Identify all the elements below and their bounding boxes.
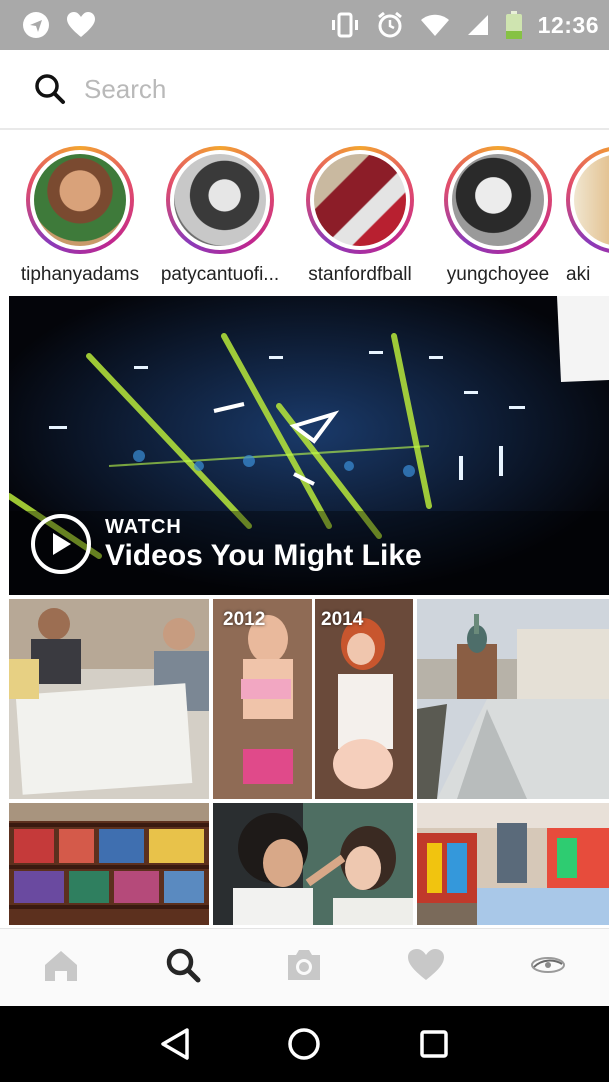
year-label: 2012 [223,609,266,630]
grid-tile[interactable] [9,803,209,925]
nav-home[interactable] [21,938,101,998]
avatar [34,154,126,246]
camera-icon[interactable] [284,947,324,988]
signal-icon [466,13,490,37]
recents-icon[interactable] [404,1014,464,1074]
nav-activity[interactable] [386,938,466,998]
story-username: yungchoyee [446,264,550,285]
story-ring [306,146,414,254]
story-item[interactable]: stanfordfball [290,146,430,286]
story-item[interactable]: patycantuofi... [150,146,290,286]
video-hero[interactable]: WATCH Videos You Might Like [9,296,609,595]
story-item[interactable]: yungchoyee [428,146,568,286]
wifi-icon [420,13,450,37]
story-ring [444,146,552,254]
story-username: tiphanyadams [20,264,140,285]
story-item[interactable]: tiphanyadams [10,146,150,286]
battery-icon [505,11,522,39]
nav-search[interactable] [143,938,223,998]
alarm-icon [376,11,404,39]
story-item[interactable]: aki [566,146,609,286]
play-icon[interactable] [31,514,91,574]
avatar [452,154,544,246]
avatar [574,154,609,246]
story-username: aki [566,264,591,285]
home-circle-icon[interactable] [274,1014,334,1074]
story-inner [570,150,609,250]
grid-tile[interactable] [417,803,609,925]
explore-grid: 2012 2014 [9,599,609,925]
story-username: patycantuofi... [160,264,280,285]
system-nav-bar [0,1006,609,1082]
watch-title: Videos You Might Like [105,538,422,572]
watch-label: WATCH [105,515,182,538]
story-ring [166,146,274,254]
tile-image [417,599,609,799]
grid-tile[interactable] [417,599,609,799]
nav-profile[interactable] [508,938,588,998]
story-username: stanfordfball [308,264,412,285]
tile-image [213,803,413,925]
bottom-nav [0,928,609,1006]
grid-tile[interactable]: 2012 2014 [213,599,413,799]
nav-camera[interactable] [264,938,344,998]
avatar [314,154,406,246]
stories-tray: tiphanyadams patycantuofi... stanfordfba… [0,130,609,296]
story-inner [448,150,548,250]
watch-text: WATCH Videos You Might Like [105,516,422,573]
home-icon[interactable] [41,947,81,988]
avatar [174,154,266,246]
status-left [22,11,96,39]
heart-icon[interactable] [406,947,446,988]
story-inner [310,150,410,250]
send-notification-icon [22,11,50,39]
grid-tile[interactable] [9,599,209,799]
heart-notification-icon [66,11,96,39]
story-ring [26,146,134,254]
story-ring [566,146,609,254]
year-label: 2014 [321,609,364,630]
story-inner [30,150,130,250]
status-time: 12:36 [537,11,599,38]
status-right: 12:36 [330,11,599,39]
search-icon[interactable] [164,946,202,989]
profile-icon[interactable] [528,950,568,985]
vibrate-icon [330,12,360,38]
watch-block[interactable]: WATCH Videos You Might Like [31,514,422,574]
search-input[interactable] [84,73,564,105]
back-icon[interactable] [145,1014,205,1074]
story-inner [170,150,270,250]
search-bar[interactable] [0,50,609,130]
status-bar: 12:36 [0,0,609,50]
search-icon[interactable] [32,71,68,107]
tile-image [9,599,209,799]
tile-image [9,803,209,925]
grid-tile[interactable] [213,803,413,925]
tile-image [417,803,609,925]
